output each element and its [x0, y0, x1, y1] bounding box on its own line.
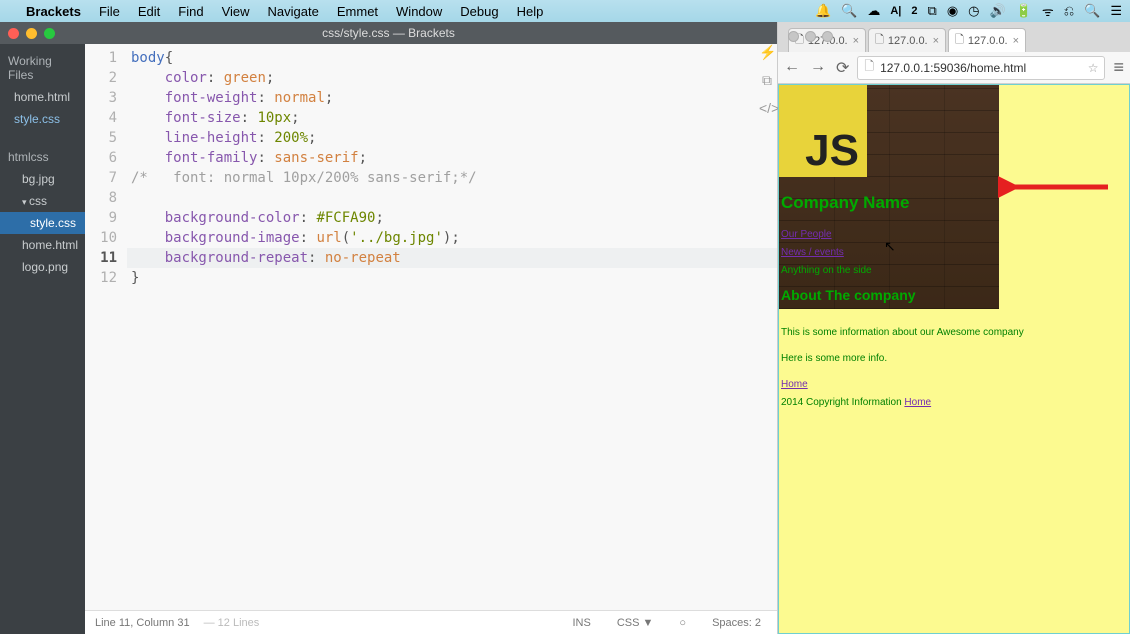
- nav-link-news[interactable]: News / events: [781, 243, 844, 263]
- nav-link-people[interactable]: Our People: [781, 225, 832, 245]
- dropbox-icon[interactable]: ⧉: [928, 3, 937, 19]
- menu-debug[interactable]: Debug: [460, 4, 498, 19]
- volume-icon[interactable]: 🔊: [990, 3, 1006, 19]
- page-icon: 🗋: [864, 57, 874, 78]
- nav-text-side: Anything on the side: [781, 261, 872, 281]
- about-paragraph-2: Here is some more info.: [781, 349, 887, 369]
- about-heading: About The company: [781, 285, 916, 305]
- rendered-page: JS Company Name Our People News / events…: [778, 84, 1130, 634]
- bolt-icon[interactable]: ⚡: [759, 44, 775, 60]
- wifi-icon[interactable]: ᯤ: [1042, 2, 1054, 20]
- macos-menubar: Brackets File Edit Find View Navigate Em…: [0, 0, 1130, 22]
- code-editor[interactable]: 123456789101112 body{ color: green; font…: [85, 44, 777, 610]
- footer-home-link[interactable]: Home: [904, 397, 931, 408]
- menu-file[interactable]: File: [99, 4, 120, 19]
- extensions-icon[interactable]: ⧉: [759, 72, 775, 88]
- window-minimize-button[interactable]: [26, 28, 37, 39]
- menu-edit[interactable]: Edit: [138, 4, 160, 19]
- browser-maximize-button[interactable]: [822, 31, 833, 42]
- browser-minimize-button[interactable]: [805, 31, 816, 42]
- menu-view[interactable]: View: [222, 4, 250, 19]
- footer: 2014 Copyright Information Home: [781, 393, 931, 413]
- browser-toolbar: ← → ⟳ 🗋 127.0.0.1:59036/home.html ☆ ≡: [778, 52, 1130, 84]
- two-badge[interactable]: 2: [911, 5, 917, 17]
- browser-tabstrip: 🗋127.0.0.× 🗋127.0.0.× 🗋127.0.0.×: [778, 22, 1130, 52]
- menu-find[interactable]: Find: [178, 4, 203, 19]
- page-background-image: JS Company Name Our People News / events…: [779, 85, 999, 309]
- close-icon[interactable]: ×: [933, 35, 939, 47]
- battery-icon[interactable]: 🔋: [1016, 3, 1032, 19]
- tree-css-folder[interactable]: css: [0, 190, 85, 212]
- doc-icon: 🗋: [955, 31, 964, 50]
- editor-sidebar: Working Files home.html style.css htmlcs…: [0, 44, 85, 634]
- forward-button[interactable]: →: [810, 58, 826, 78]
- browser-close-button[interactable]: [788, 31, 799, 42]
- close-icon[interactable]: ×: [853, 35, 859, 47]
- encoding-circle[interactable]: ○: [673, 615, 692, 631]
- working-file-home[interactable]: home.html: [0, 86, 85, 108]
- window-maximize-button[interactable]: [44, 28, 55, 39]
- window-close-button[interactable]: [8, 28, 19, 39]
- home-link[interactable]: Home: [781, 375, 808, 395]
- menu-icon[interactable]: ☰: [1110, 3, 1122, 19]
- tree-bg[interactable]: bg.jpg: [0, 168, 85, 190]
- tree-home-html[interactable]: home.html: [0, 234, 85, 256]
- back-button[interactable]: ←: [784, 58, 800, 78]
- doc-icon: 🗋: [875, 31, 884, 50]
- language-mode[interactable]: CSS ▼: [611, 615, 660, 631]
- editor-titlebar: css/style.css — Brackets: [0, 22, 777, 44]
- company-heading: Company Name: [781, 193, 909, 213]
- about-paragraph-1: This is some information about our Aweso…: [781, 323, 1024, 343]
- insert-mode[interactable]: INS: [567, 615, 597, 631]
- menu-emmet[interactable]: Emmet: [337, 4, 378, 19]
- working-file-style[interactable]: style.css: [0, 108, 85, 130]
- spotlight-icon[interactable]: 🔍: [841, 3, 857, 19]
- brackets-editor: css/style.css — Brackets Working Files h…: [0, 22, 778, 634]
- tree-style-css[interactable]: style.css: [0, 212, 85, 234]
- search-icon[interactable]: 🔍: [1084, 3, 1100, 19]
- cursor-position: Line 11, Column 31: [95, 617, 190, 629]
- menu-help[interactable]: Help: [517, 4, 544, 19]
- line-count: 12 Lines: [218, 617, 260, 629]
- indent-mode[interactable]: Spaces: 2: [706, 615, 767, 631]
- editor-title: css/style.css — Brackets: [0, 26, 777, 40]
- menu-window[interactable]: Window: [396, 4, 442, 19]
- status-bar: Line 11, Column 31 — 12 Lines INS CSS ▼ …: [85, 610, 777, 634]
- url-text: 127.0.0.1:59036/home.html: [880, 61, 1026, 75]
- bell-icon[interactable]: 🔔: [815, 3, 831, 19]
- browser-menu-button[interactable]: ≡: [1113, 57, 1124, 78]
- browser-tab-2[interactable]: 🗋127.0.0.×: [868, 28, 946, 52]
- tree-logo-png[interactable]: logo.png: [0, 256, 85, 278]
- browser-tab-3[interactable]: 🗋127.0.0.×: [948, 28, 1026, 52]
- bluetooth-icon[interactable]: ⎌: [1064, 3, 1074, 19]
- address-bar[interactable]: 🗋 127.0.0.1:59036/home.html ☆: [857, 56, 1105, 80]
- cloud-icon[interactable]: ☁: [867, 3, 880, 19]
- clock-icon[interactable]: ◷: [968, 3, 979, 19]
- bookmark-icon[interactable]: ☆: [1088, 61, 1099, 75]
- close-icon[interactable]: ×: [1013, 35, 1019, 47]
- chrome-browser: 🗋127.0.0.× 🗋127.0.0.× 🗋127.0.0.× ← → ⟳ 🗋…: [778, 22, 1130, 634]
- working-files-label: Working Files: [0, 48, 85, 86]
- reload-button[interactable]: ⟳: [836, 58, 849, 78]
- sync-icon[interactable]: ◉: [947, 3, 958, 19]
- js-logo: JS: [779, 85, 867, 177]
- adobe-icon[interactable]: A|: [890, 5, 901, 17]
- code-icon[interactable]: </>: [759, 100, 775, 116]
- project-label[interactable]: htmlcss: [0, 144, 85, 168]
- menu-navigate[interactable]: Navigate: [268, 4, 319, 19]
- app-name[interactable]: Brackets: [26, 4, 81, 19]
